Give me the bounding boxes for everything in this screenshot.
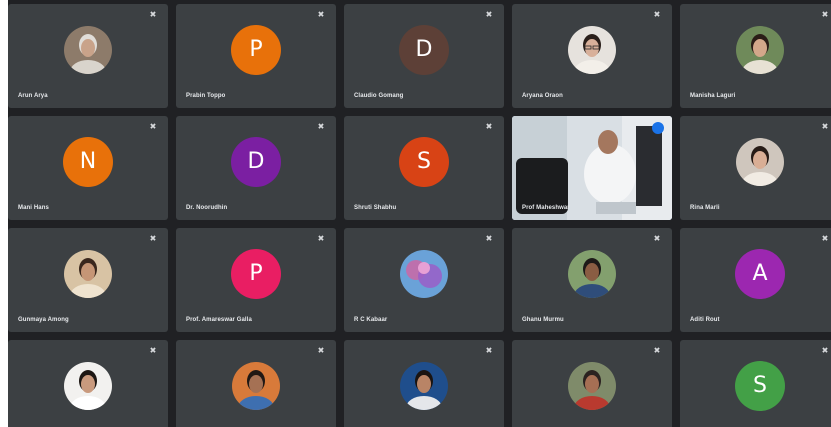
participant-tile-prof-amareswar-galla[interactable]: ✖ P Prof. Amareswar Galla	[176, 228, 336, 332]
elderly-man-photo	[64, 25, 112, 74]
pink-flowers-photo	[400, 249, 448, 298]
mic-off-icon: ✖	[653, 234, 661, 243]
mic-off-icon: ✖	[149, 346, 157, 355]
participant-name: Arun Arya	[18, 93, 48, 99]
participant-tile-prabin-toppo[interactable]: ✖ P Prabin Toppo	[176, 4, 336, 108]
participant-tile-dr-noorudhin[interactable]: ✖ D Dr. Noorudhin	[176, 116, 336, 220]
participant-tile-r4c5[interactable]: ✖ S	[680, 340, 831, 427]
participant-tile-claudio-gomang[interactable]: ✖ D Claudio Gomang	[344, 4, 504, 108]
mic-off-icon: ✖	[485, 234, 493, 243]
speaking-indicator-icon	[652, 122, 664, 134]
avatar: S	[735, 360, 785, 411]
participant-tile-rina-marli[interactable]: ✖ Rina Marli	[680, 116, 831, 220]
participant-tile-r4c4[interactable]: ✖	[512, 340, 672, 427]
participant-name: Prof Maheshwar	[522, 205, 570, 211]
man-outdoor-photo	[568, 249, 616, 298]
mic-off-icon: ✖	[821, 10, 829, 19]
man-colorful-photo	[232, 361, 280, 410]
mic-off-icon: ✖	[485, 10, 493, 19]
participant-name: Rina Marli	[690, 205, 720, 211]
participant-name: Aryana Oraon	[522, 93, 563, 99]
participant-tile-aditi-rout[interactable]: ✖ A Aditi Rout	[680, 228, 831, 332]
participant-name: R C Kabaar	[354, 317, 388, 323]
participant-name: Aditi Rout	[690, 317, 720, 323]
participant-tile-mani-hans[interactable]: ✖ N Mani Hans	[8, 116, 168, 220]
participant-tile-prof-maheshwar[interactable]: Prof Maheshwar	[512, 116, 672, 220]
mic-off-icon: ✖	[821, 346, 829, 355]
participant-name: Shruti Shabhu	[354, 205, 397, 211]
participant-tile-gunmaya-among[interactable]: ✖ Gunmaya Among	[8, 228, 168, 332]
participant-name: Manisha Laguri	[690, 93, 736, 99]
participant-name: Prabin Toppo	[186, 93, 226, 99]
avatar: P	[231, 24, 281, 75]
mic-off-icon: ✖	[821, 122, 829, 131]
woman-cream-photo	[64, 249, 112, 298]
mic-off-icon: ✖	[149, 10, 157, 19]
woman-portrait-photo	[736, 137, 784, 186]
participant-name: Gunmaya Among	[18, 317, 69, 323]
avatar: A	[735, 248, 785, 299]
participant-name: Prof. Amareswar Galla	[186, 317, 252, 323]
mic-off-icon: ✖	[149, 234, 157, 243]
mic-off-icon: ✖	[317, 234, 325, 243]
mic-off-icon: ✖	[317, 10, 325, 19]
participant-tile-r-c-kabaar[interactable]: ✖ R C Kabaar	[344, 228, 504, 332]
participant-tile-shruti-shabhu[interactable]: ✖ S Shruti Shabhu	[344, 116, 504, 220]
avatar: N	[63, 136, 113, 187]
participant-tile-r4c3[interactable]: ✖	[344, 340, 504, 427]
mic-off-icon: ✖	[317, 346, 325, 355]
mic-off-icon: ✖	[653, 10, 661, 19]
mic-off-icon: ✖	[653, 346, 661, 355]
participant-tile-manisha-laguri[interactable]: ✖ Manisha Laguri	[680, 4, 831, 108]
young-man-blue-photo	[400, 361, 448, 410]
woman-outdoor-photo	[736, 25, 784, 74]
participant-name: Mani Hans	[18, 205, 49, 211]
avatar: P	[231, 248, 281, 299]
mic-off-icon: ✖	[485, 122, 493, 131]
participant-tile-r4c1[interactable]: ✖	[8, 340, 168, 427]
mic-off-icon: ✖	[485, 346, 493, 355]
meeting-stage: ✖ Arun Arya ✖ P Prabin Toppo ✖ D Claudio Gomang…	[0, 0, 831, 427]
participant-tile-ghanu-murmu[interactable]: ✖ Ghanu Murmu	[512, 228, 672, 332]
mic-off-icon: ✖	[317, 122, 325, 131]
participant-name: Ghanu Murmu	[522, 317, 564, 323]
participant-tile-aryana-oraon[interactable]: ✖ Aryana Oraon	[512, 4, 672, 108]
woman-white-photo	[64, 361, 112, 410]
avatar: D	[231, 136, 281, 187]
avatar: S	[399, 136, 449, 187]
participant-name: Dr. Noorudhin	[186, 205, 228, 211]
mic-off-icon: ✖	[821, 234, 829, 243]
man-red-photo	[568, 361, 616, 410]
participant-grid: ✖ Arun Arya ✖ P Prabin Toppo ✖ D Claudio Gomang…	[8, 0, 831, 427]
participant-name: Claudio Gomang	[354, 93, 404, 99]
avatar: D	[399, 24, 449, 75]
participant-tile-arun-arya[interactable]: ✖ Arun Arya	[8, 4, 168, 108]
participant-tile-r4c2[interactable]: ✖	[176, 340, 336, 427]
woman-glasses-photo	[568, 25, 616, 74]
mic-off-icon: ✖	[149, 122, 157, 131]
